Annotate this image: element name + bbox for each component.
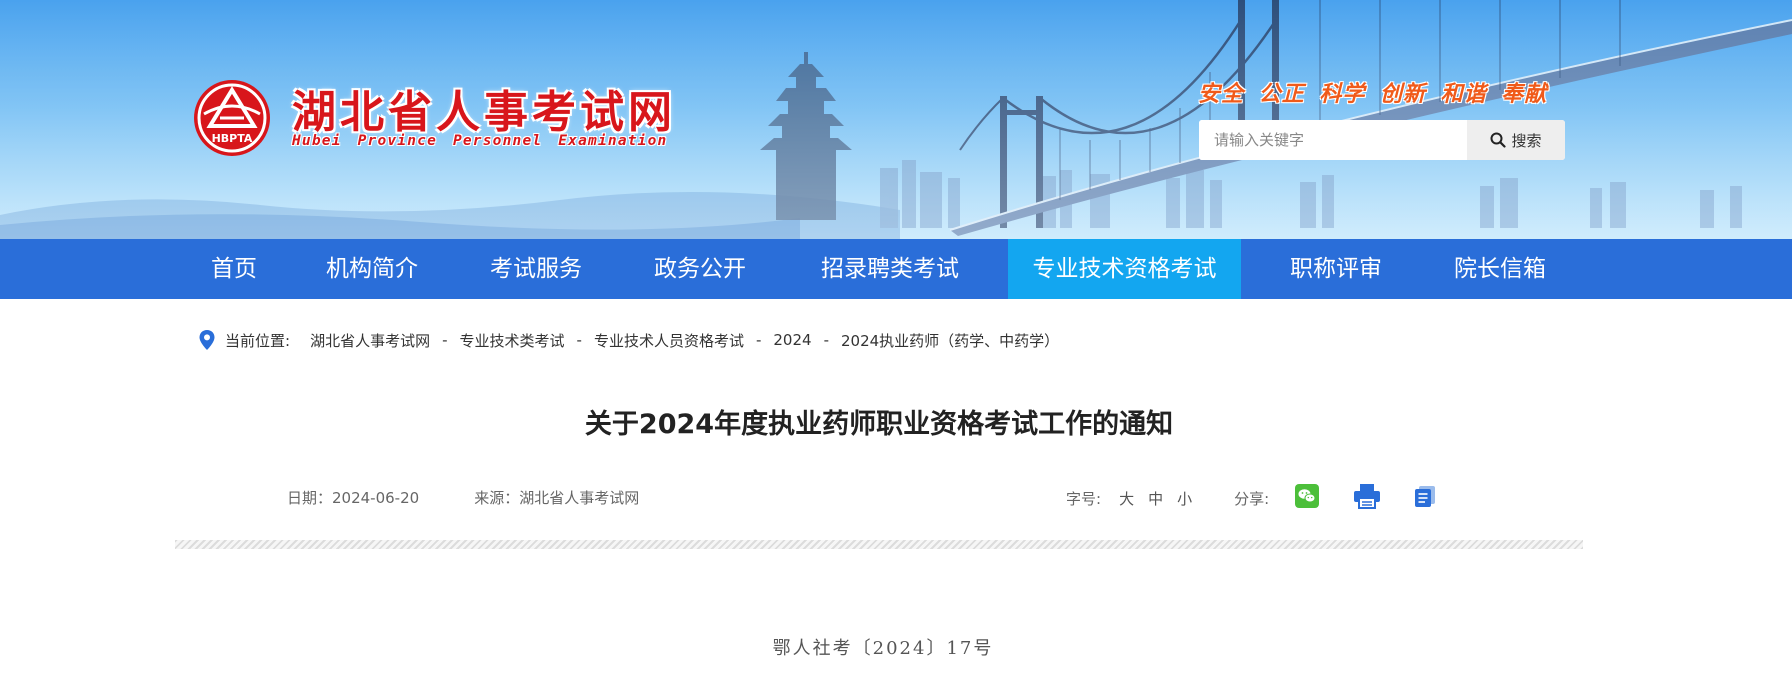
slogan: 安全 公正 科学 创新 和谐 奉献	[1198, 82, 1548, 107]
font-size-medium-button[interactable]: 中	[1148, 488, 1163, 509]
copy-icon	[1415, 486, 1436, 507]
nav-item-recruitment-exams[interactable]: 招录聘类考试	[800, 239, 980, 299]
article-source: 来源：湖北省人事考试网	[474, 489, 640, 507]
breadcrumb-separator: -	[823, 331, 829, 349]
main-nav: 首页 机构简介 考试服务 政务公开 招录聘类考试 专业技术资格考试 职称评审 院…	[0, 239, 1792, 299]
wechat-icon	[1295, 484, 1320, 508]
article-tools: 字号: 大 中 小 分享:	[1066, 483, 1437, 513]
search-button[interactable]: 搜索	[1467, 120, 1565, 160]
breadcrumb-separator: -	[576, 331, 582, 349]
article-meta: 日期：2024-06-20 来源：湖北省人事考试网	[287, 487, 639, 508]
search-box: 搜索	[1199, 120, 1565, 160]
site-subtitle: Hubei Province Personnel Examination	[292, 133, 668, 149]
font-size-small-button[interactable]: 小	[1177, 488, 1192, 509]
search-input[interactable]	[1199, 120, 1467, 160]
site-logo[interactable]: HBPTA 湖北省人事考试网 Hubei Province Personnel …	[192, 78, 712, 158]
emblem-text: HBPTA	[212, 132, 253, 145]
share-label: 分享:	[1234, 489, 1270, 508]
site-title: 湖北省人事考试网	[292, 87, 676, 138]
nav-item-title-review[interactable]: 职称评审	[1274, 239, 1398, 299]
nav-item-government-affairs[interactable]: 政务公开	[638, 239, 762, 299]
breadcrumb: 当前位置: 湖北省人事考试网 - 专业技术类考试 - 专业技术人员资格考试 - …	[198, 328, 1059, 352]
wechat-share-button[interactable]	[1295, 484, 1320, 512]
breadcrumb-link-pharmacist[interactable]: 2024执业药师（药学、中药学）	[841, 330, 1059, 351]
font-size-label: 字号:	[1066, 489, 1102, 508]
title-divider	[175, 540, 1583, 549]
breadcrumb-link-year[interactable]: 2024	[773, 331, 811, 349]
breadcrumb-label: 当前位置:	[225, 331, 291, 350]
search-icon	[1490, 132, 1507, 148]
article-date: 日期：2024-06-20	[287, 489, 420, 507]
nav-item-director-mailbox[interactable]: 院长信箱	[1438, 239, 1562, 299]
location-pin-icon	[199, 330, 215, 350]
print-button[interactable]	[1353, 483, 1381, 513]
breadcrumb-link-home[interactable]: 湖北省人事考试网	[310, 330, 430, 351]
search-button-label: 搜索	[1511, 131, 1542, 150]
nav-item-about[interactable]: 机构简介	[310, 239, 434, 299]
document-number: 鄂人社考〔2024〕17号	[772, 638, 994, 659]
copy-button[interactable]	[1413, 484, 1437, 512]
breadcrumb-link-qualification-exams[interactable]: 专业技术人员资格考试	[594, 330, 744, 351]
breadcrumb-separator: -	[442, 331, 448, 349]
breadcrumb-separator: -	[755, 331, 762, 349]
hbpta-emblem-icon: HBPTA	[194, 80, 270, 156]
header-banner: HBPTA 湖北省人事考试网 Hubei Province Personnel …	[0, 0, 1792, 239]
nav-item-home[interactable]: 首页	[184, 239, 284, 299]
nav-item-professional-qualification-exams[interactable]: 专业技术资格考试	[1008, 239, 1241, 299]
nav-item-exam-services[interactable]: 考试服务	[474, 239, 598, 299]
article-title: 关于2024年度执业药师职业资格考试工作的通知	[584, 409, 1174, 440]
print-icon	[1354, 484, 1381, 509]
breadcrumb-link-professional-exams[interactable]: 专业技术类考试	[460, 330, 565, 351]
font-size-large-button[interactable]: 大	[1119, 488, 1134, 509]
